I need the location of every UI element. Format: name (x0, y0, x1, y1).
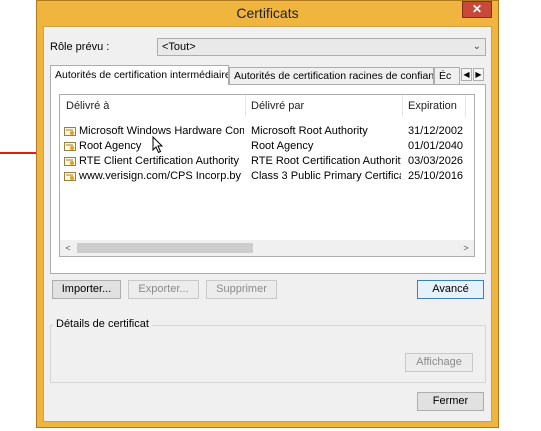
delete-button[interactable]: Supprimer (206, 280, 277, 299)
tab-scroll-right-icon[interactable]: ▶ (473, 68, 484, 81)
intended-purpose-label: Rôle prévu : (50, 41, 110, 53)
tab-overflow[interactable]: Éc (434, 67, 460, 84)
cell-issued-to: RTE Client Certification Authority (79, 155, 239, 167)
cell-issued-by: Root Agency (251, 140, 314, 152)
cell-issued-by: Class 3 Public Primary Certificat... (251, 170, 401, 182)
horizontal-scrollbar[interactable]: < > (60, 240, 474, 256)
table-row[interactable]: www.verisign.com/CPS Incorp.by ... Class… (60, 169, 474, 184)
certificate-icon (64, 157, 76, 166)
column-issued-to[interactable]: Délivré à (66, 100, 109, 112)
column-issued-by[interactable]: Délivré par (251, 100, 304, 112)
mouse-pointer-icon (152, 136, 164, 154)
certificate-icon (64, 142, 76, 151)
tab-trusted-root-cas[interactable]: Autorités de certification racines de co… (229, 67, 434, 84)
certificate-icon (64, 127, 76, 136)
cell-expiration: 31/12/2002 (408, 125, 464, 137)
cell-issued-by: RTE Root Certification Authority (251, 155, 401, 167)
column-separator[interactable] (465, 95, 466, 117)
advanced-button[interactable]: Avancé (417, 280, 484, 299)
column-separator[interactable] (245, 95, 246, 117)
table-row[interactable]: RTE Client Certification Authority RTE R… (60, 154, 474, 169)
intended-purpose-select[interactable]: <Tout> ⌄ (157, 38, 486, 56)
close-button[interactable]: Fermer (417, 392, 484, 411)
tab-panel: Délivré à Délivré par Expiration Microso… (50, 84, 486, 274)
title-bar: Certificats ✕ (37, 1, 498, 25)
export-button[interactable]: Exporter... (128, 280, 199, 299)
table-row[interactable]: Root Agency Root Agency 01/01/2040 (60, 139, 474, 154)
column-expiration[interactable]: Expiration (408, 100, 457, 112)
import-button[interactable]: Importer... (52, 280, 121, 299)
column-separator[interactable] (402, 95, 403, 117)
window-title: Certificats (236, 5, 299, 21)
cell-issued-to: www.verisign.com/CPS Incorp.by ... (79, 170, 244, 182)
certificates-dialog: Certificats ✕ Rôle prévu : <Tout> ⌄ Auto… (36, 0, 499, 428)
chevron-down-icon[interactable]: ⌄ (473, 39, 481, 55)
cell-expiration: 03/03/2026 (408, 155, 464, 167)
certificate-details-label: Détails de certificat (53, 318, 152, 330)
table-row[interactable]: Microsoft Windows Hardware Com... Micros… (60, 124, 474, 139)
certificate-details-group: Détails de certificat Affichage (50, 318, 486, 383)
cell-issued-by: Microsoft Root Authority (251, 125, 368, 137)
scrollbar-thumb[interactable] (77, 243, 253, 253)
tab-intermediate-cas[interactable]: Autorités de certification intermédiaire… (50, 65, 229, 85)
tab-scroll-left-icon[interactable]: ◀ (461, 68, 472, 81)
certificate-icon (64, 172, 76, 181)
list-header: Délivré à Délivré par Expiration (60, 95, 474, 117)
dialog-body: Rôle prévu : <Tout> ⌄ Autorités de certi… (43, 26, 492, 422)
close-window-button[interactable]: ✕ (462, 1, 492, 18)
certificate-list[interactable]: Délivré à Délivré par Expiration Microso… (59, 94, 475, 257)
intended-purpose-value: <Tout> (162, 41, 196, 53)
view-button[interactable]: Affichage (405, 353, 473, 372)
tab-strip: Autorités de certification intermédiaire… (50, 65, 486, 85)
cell-expiration: 25/10/2016 (408, 170, 464, 182)
cell-expiration: 01/01/2040 (408, 140, 464, 152)
scroll-right-icon[interactable]: > (459, 241, 473, 255)
scroll-left-icon[interactable]: < (61, 241, 75, 255)
